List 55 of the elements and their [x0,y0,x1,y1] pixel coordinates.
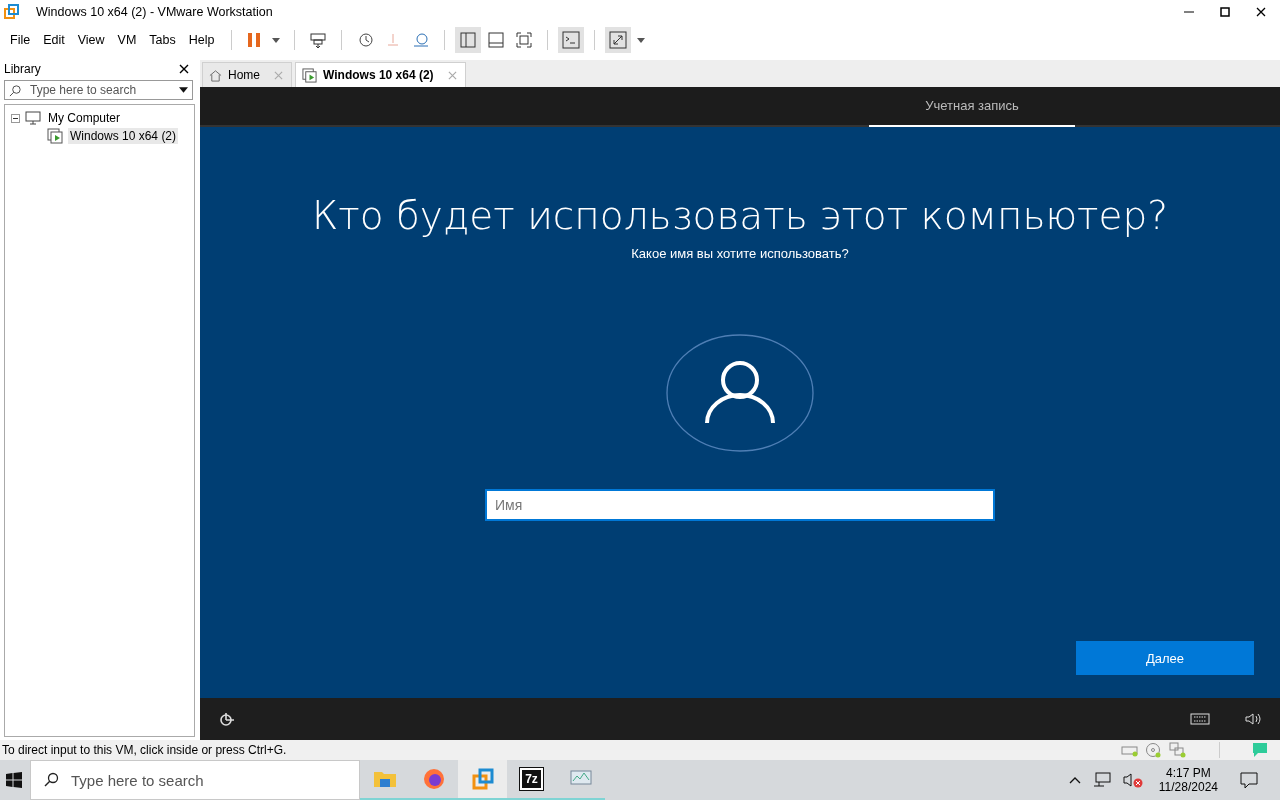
pause-icon[interactable] [246,32,263,48]
heading: Кто будет использовать этот компьютер? [312,193,1168,238]
clock-time[interactable]: 4:17 PM [1166,766,1211,780]
status-message: To direct input to this VM, click inside or press Ctrl+G. [2,743,287,757]
search-field[interactable]: Type here to search [30,760,360,800]
home-icon [209,68,222,82]
tree-item[interactable]: My Computer [46,110,123,126]
search-field[interactable]: Type here to search [4,80,193,100]
dropdown-arrow-icon[interactable] [272,37,281,43]
dropdown-arrow-icon[interactable] [637,37,646,43]
accessibility-icon[interactable] [218,710,236,728]
start-icon[interactable] [6,772,22,788]
dropdown-arrow-icon[interactable] [179,87,188,93]
menu-item[interactable]: VM [117,33,137,47]
browser-icon[interactable] [422,768,445,790]
panel-title: Library [4,62,41,76]
menu-item[interactable]: Edit [43,33,65,47]
send-keys-icon[interactable] [309,31,328,49]
menu-item[interactable]: Help [188,33,215,47]
close-icon[interactable] [179,64,189,74]
user-avatar-icon [665,333,815,453]
menu-item[interactable]: File [10,33,31,47]
tab[interactable]: Windows 10 x64 (2) [295,62,466,87]
name-field[interactable]: Имя [485,489,995,521]
volume-icon[interactable] [1244,711,1262,727]
app-logo-icon [4,4,20,20]
network-icon[interactable] [1092,772,1111,788]
menu-item[interactable]: Tabs [149,33,176,47]
subheading: Какое имя вы хотите использовать? [631,246,849,261]
monitor-icon [25,111,41,125]
snapshot-clock-icon[interactable] [356,31,375,49]
thumbnail-layout-icon[interactable] [487,31,506,49]
app-logo-icon[interactable] [471,768,494,790]
keyboard-icon[interactable] [1190,713,1210,725]
search-icon [43,772,59,788]
vm-icon [302,67,317,83]
window-title: Windows 10 x64 (2) - VMware Workstation [36,5,273,19]
vm-icon [47,128,63,144]
menu-item[interactable]: View [77,33,105,47]
notification-icon[interactable] [1240,771,1258,789]
maximize-icon[interactable] [1220,7,1230,17]
archiver-icon[interactable]: 7z [520,768,543,790]
tree-item[interactable]: Windows 10 x64 (2) [68,128,179,144]
search-icon [9,83,22,97]
collapse-icon[interactable] [11,113,20,123]
close-icon[interactable] [1256,7,1266,17]
chevron-up-icon[interactable] [1068,776,1081,784]
folder-icon[interactable] [372,769,397,789]
search-input[interactable]: Type here to search [69,770,359,790]
muted-speaker-icon[interactable] [1122,772,1143,788]
clock-date[interactable]: 11/28/2024 [1158,780,1218,794]
next-button[interactable]: Далее [1076,641,1254,675]
tab[interactable]: Home [202,62,292,87]
fullscreen-icon[interactable] [515,31,534,49]
cd-drive-icon[interactable] [1145,742,1163,758]
